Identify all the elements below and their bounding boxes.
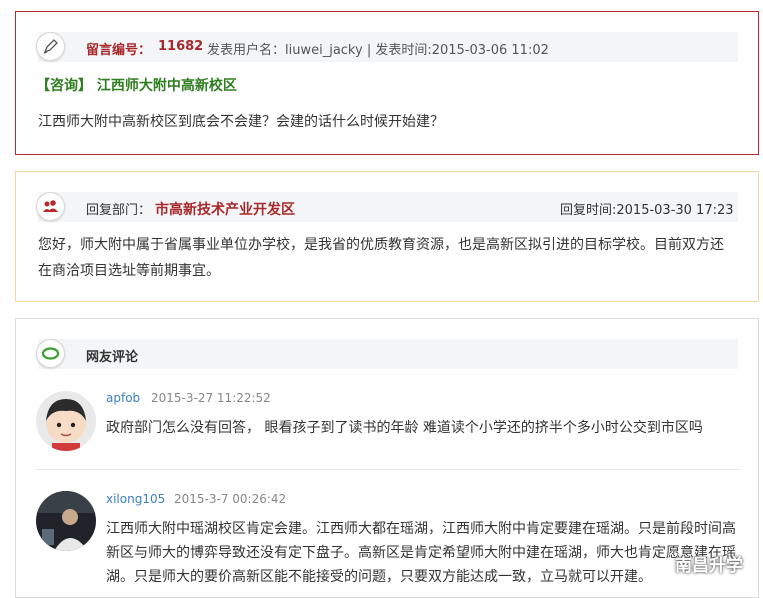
reply-time: 回复时间:2015-03-30 17:23 (560, 203, 734, 218)
reply-dept: 市高新技术产业开发区 (155, 202, 295, 218)
reply-panel: 回复部门： 市高新技术产业开发区 回复时间:2015-03-30 17:23 您… (15, 171, 759, 302)
message-content: 江西师大附中高新校区到底会不会建？会建的话什么时候开始建？ (38, 114, 444, 130)
comment-time: 2015-3-27 11:22:52 (151, 391, 271, 405)
watermark: 南昌升学 (675, 556, 743, 576)
reply-content-line-1: 您好，师大附中属于省属事业单位办学校，是我省的优质教育资源，也是高新区拟引进的目… (38, 237, 724, 253)
comment-time: 2015-3-7 00:26:42 (174, 492, 287, 506)
message-panel: 留言编号： 11682 发表用户名：liuwei_jacky | 发表时间:20… (15, 11, 759, 155)
message-number-label: 留言编号： (86, 43, 152, 58)
avatar[interactable] (36, 491, 96, 551)
comments-title: 网友评论 (86, 350, 139, 365)
chat-bubble-icon (36, 339, 65, 368)
reply-dept-label: 回复部门： (86, 203, 152, 218)
comments-header (38, 339, 738, 369)
people-icon (36, 192, 65, 221)
comment-divider (36, 469, 740, 470)
pen-icon (36, 32, 65, 61)
message-author-info: 发表用户名：liuwei_jacky | 发表时间:2015-03-06 11:… (207, 43, 549, 58)
comment-text-line-3: 湖。只是师大的要价高新区能不能接受的问题，只要双方能达成一致，立马就可以开建。 (106, 569, 652, 585)
comment-text-line-1: 江西师大附中瑶湖校区肯定会建。江西师大都在瑶湖，江西师大附中肯定要建在瑶湖。只是… (106, 521, 736, 537)
comment-text: 政府部门怎么没有回答， 眼看孩子到了读书的年龄 难道读个小学还的挤半个多小时公交… (106, 420, 703, 436)
comment-user[interactable]: apfob (106, 391, 140, 405)
comments-panel: 网友评论 apfob 2015-3-27 11:22:52 政府部门怎么没有回答… (15, 318, 759, 598)
avatar[interactable] (36, 391, 96, 451)
message-title[interactable]: 【咨询】 江西师大附中高新校区 (36, 75, 237, 95)
message-number: 11682 (158, 39, 204, 54)
comment-text-line-2: 新区与师大的博弈导致还没有定下盘子。高新区是肯定希望师大附中建在瑶湖，师大也肯定… (106, 545, 736, 561)
reply-content-line-2: 在商洽项目选址等前期事宜。 (38, 263, 220, 279)
comment-user[interactable]: xilong105 (106, 492, 165, 506)
